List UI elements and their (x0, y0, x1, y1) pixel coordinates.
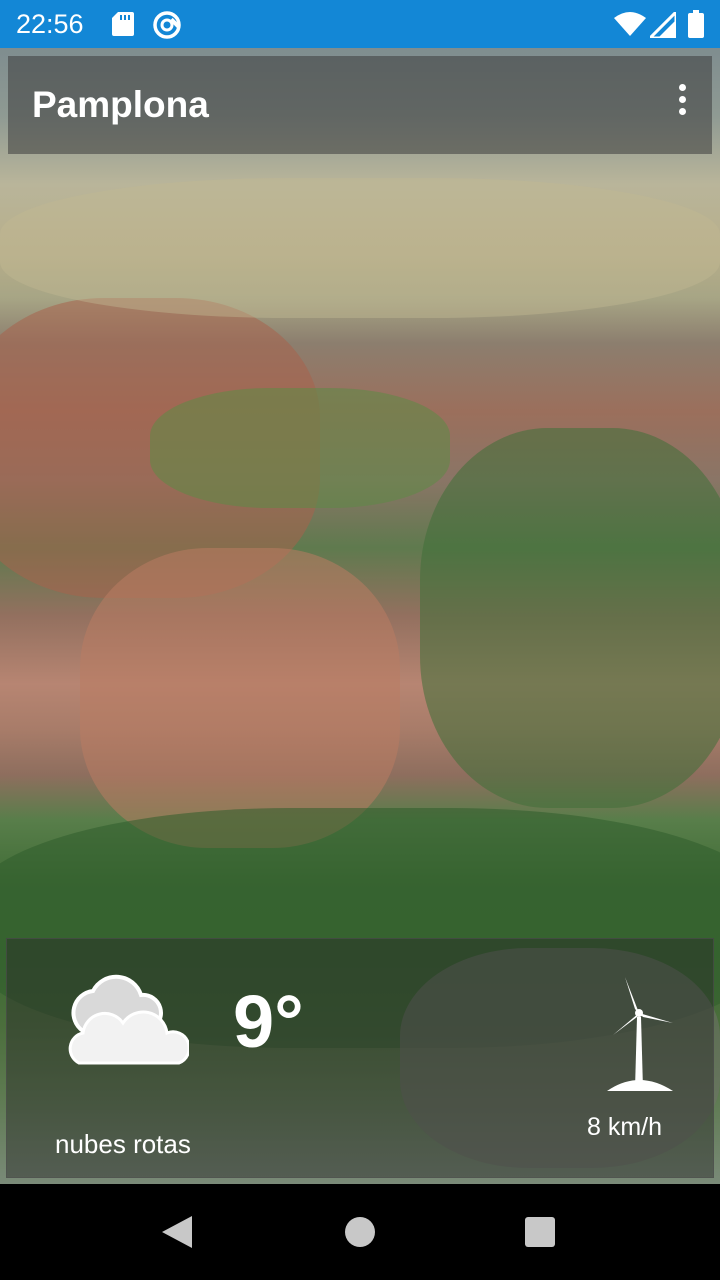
status-bar: 22:56 (0, 0, 720, 48)
sd-card-icon (112, 12, 134, 36)
temperature-value: 9° (233, 980, 304, 1063)
signal-icon (650, 12, 676, 38)
app-bar: Pamplona (8, 56, 712, 154)
wifi-icon (614, 12, 646, 36)
wind-speed: 8 km/h (587, 1113, 663, 1141)
home-icon[interactable] (344, 1216, 376, 1248)
wind-turbine-icon (607, 977, 673, 1091)
weather-description: nubes rotas (55, 1129, 191, 1159)
status-time: 22:56 (16, 9, 84, 39)
navigation-bar (0, 1184, 720, 1280)
back-icon[interactable] (160, 1214, 194, 1250)
city-title: Pamplona (32, 84, 209, 125)
overflow-menu-icon[interactable] (676, 84, 688, 120)
weather-card: 9° nubes rotas 8 km/h (6, 938, 714, 1178)
recents-icon[interactable] (524, 1216, 556, 1248)
battery-icon (688, 10, 704, 38)
cloud-icon (68, 974, 189, 1065)
sync-icon (153, 11, 181, 39)
